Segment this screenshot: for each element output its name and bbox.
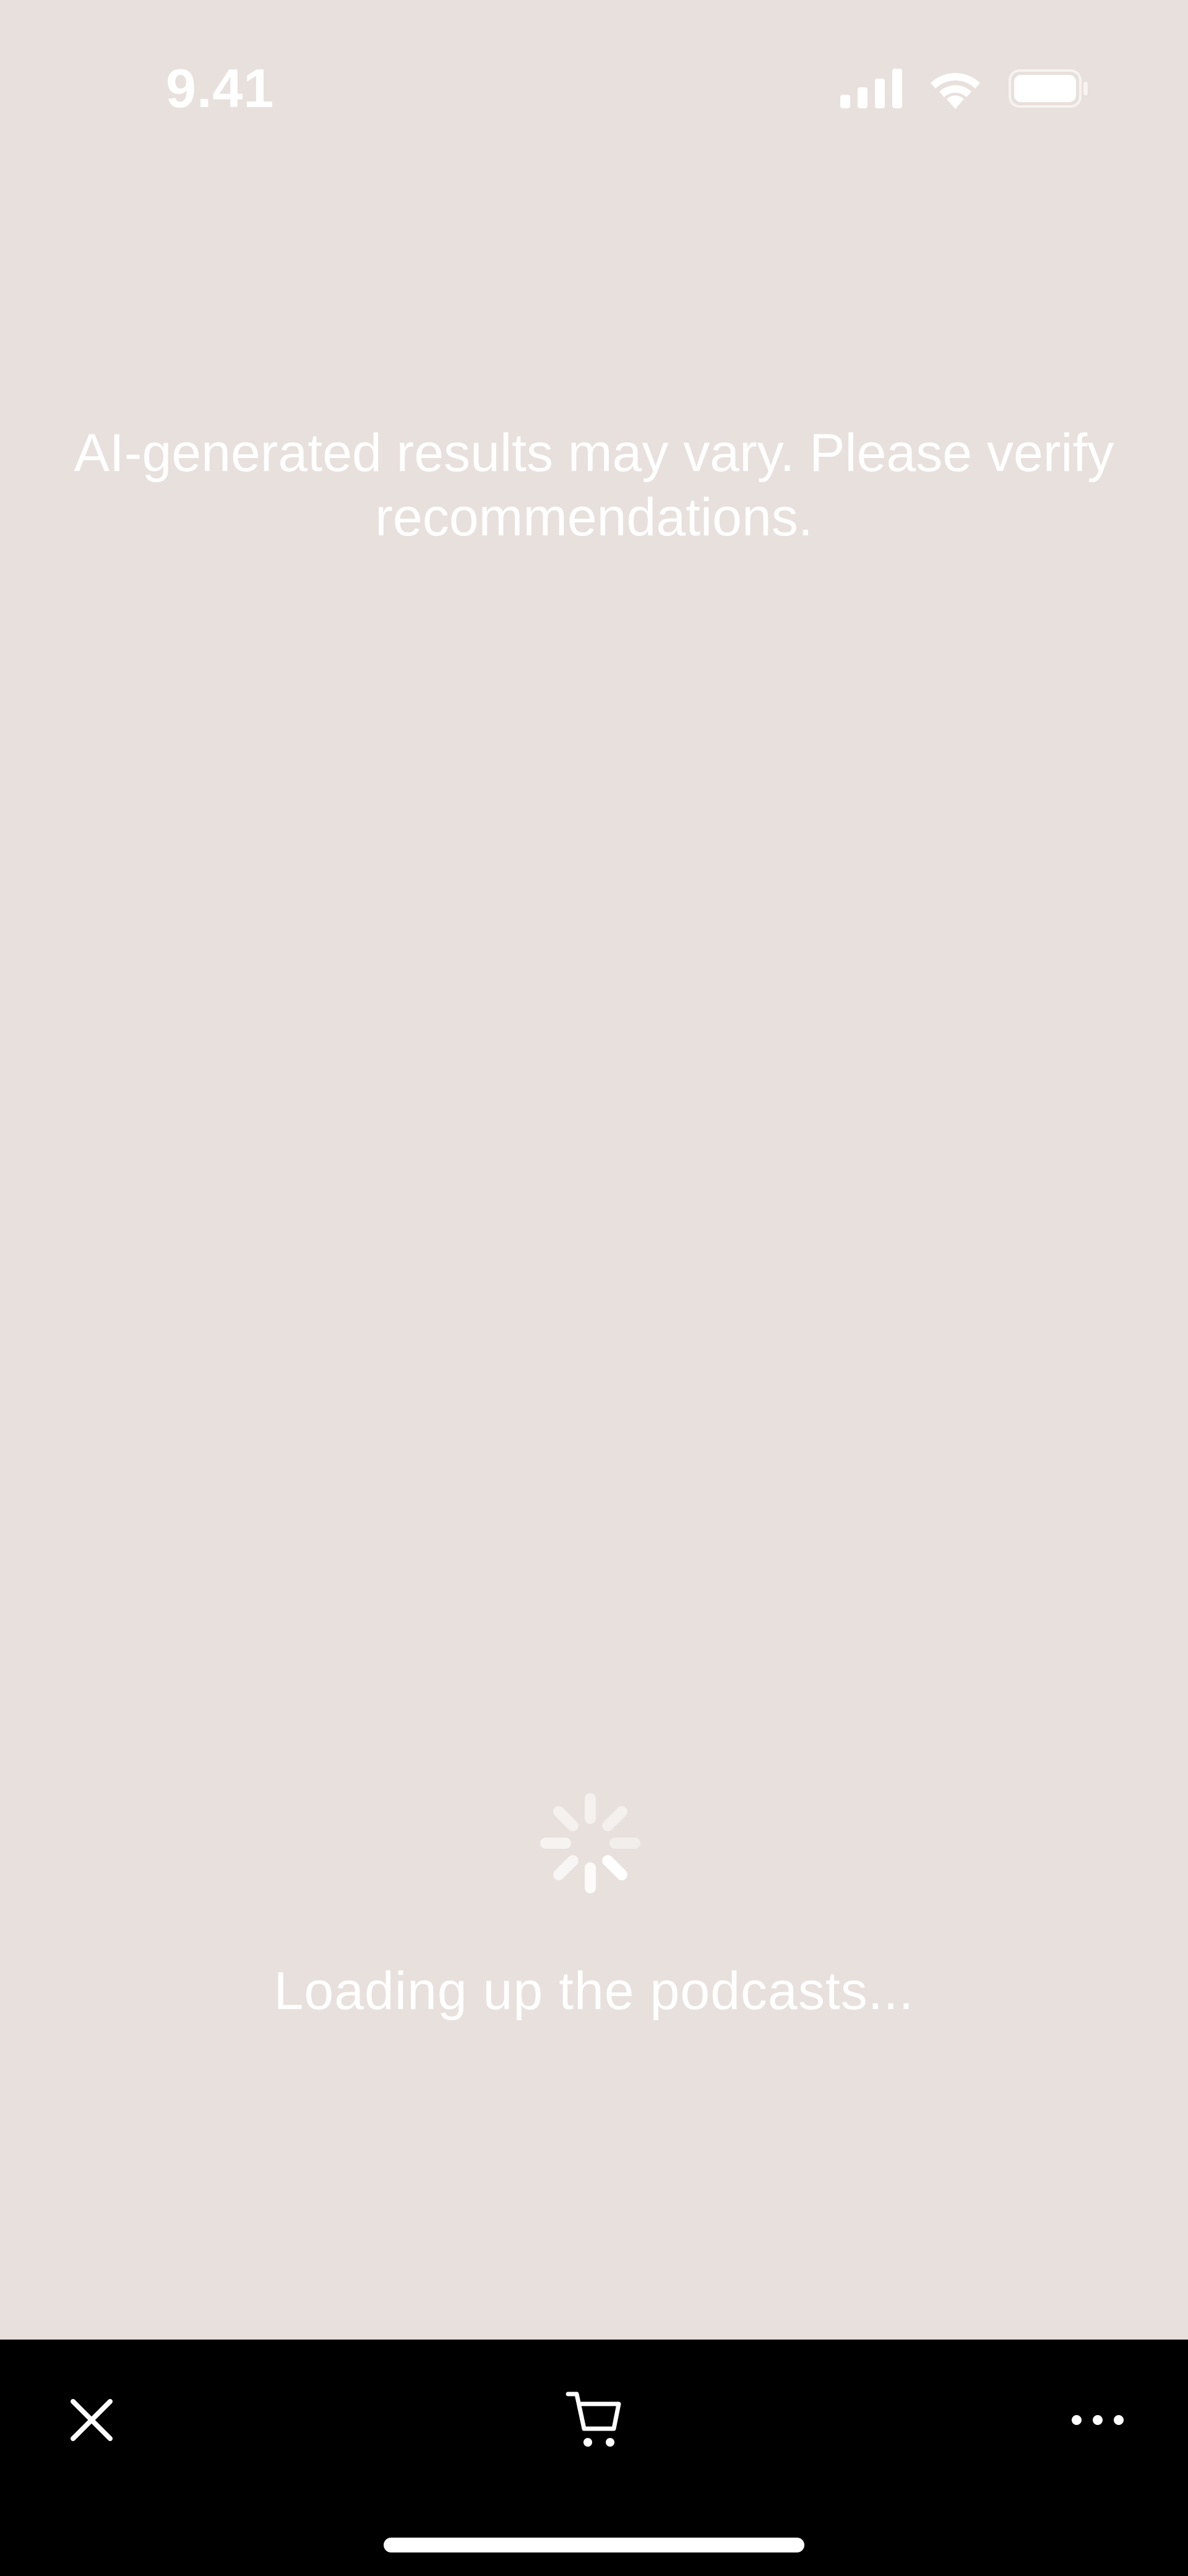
cart-icon xyxy=(566,2392,621,2447)
battery-icon xyxy=(1009,69,1088,108)
status-time: 9.41 xyxy=(166,58,275,119)
cart-button[interactable] xyxy=(551,2377,637,2463)
screen: 9.41 AI-generated results may vary. Plea… xyxy=(0,0,1188,2576)
close-icon xyxy=(71,2399,113,2441)
cellular-signal-icon xyxy=(840,69,902,108)
close-button[interactable] xyxy=(48,2377,135,2463)
more-options-button[interactable] xyxy=(1054,2377,1141,2463)
loading-text: Loading up the podcasts... xyxy=(273,1961,915,2021)
status-bar: 9.41 xyxy=(0,0,1188,179)
status-icons xyxy=(840,68,1089,109)
activity-spinner-icon xyxy=(540,1793,640,1893)
wifi-icon xyxy=(931,73,980,109)
bottom-toolbar xyxy=(0,2340,1188,2576)
home-indicator[interactable] xyxy=(384,2538,804,2552)
ai-disclaimer-text: AI-generated results may vary. Please ve… xyxy=(74,423,1114,547)
more-icon xyxy=(1072,2415,1124,2425)
